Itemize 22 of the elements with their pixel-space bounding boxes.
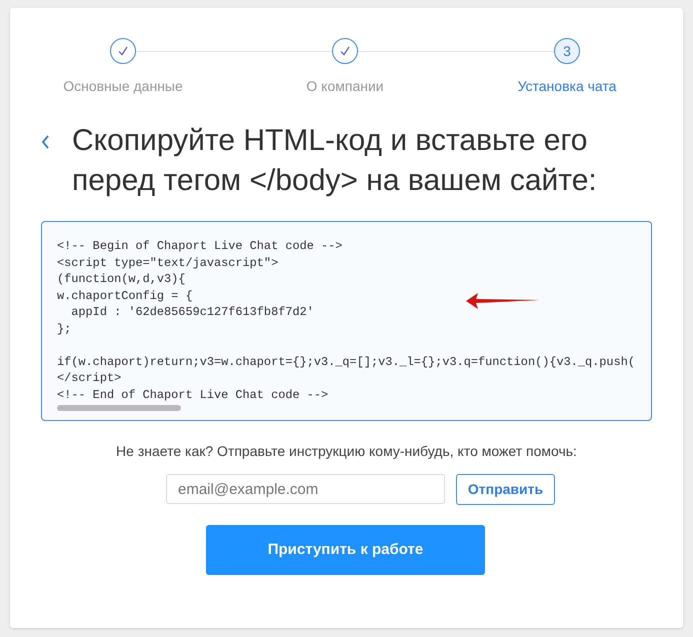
code-line: (function(w,d,v3){ (57, 271, 186, 288)
scrollbar-thumb[interactable] (57, 405, 181, 411)
send-button[interactable]: Отправить (456, 474, 555, 505)
step-label: Основные данные (63, 77, 183, 96)
help-text: Не знаете как? Отправьте инструкцию кому-нибудь, кто может помочь: (115, 442, 578, 461)
code-line: w.chaportConfig = { (57, 288, 193, 304)
code-line: </script> (57, 370, 122, 386)
check-icon (340, 46, 350, 56)
page-heading: Скопируйте HTML-код и вставьте его перед тегом </body> на вашем сайте: (72, 123, 598, 199)
email-field[interactable]: email@example.com (166, 474, 445, 504)
code-line: <script type="text/javascript"> (57, 254, 278, 271)
code-line: <!-- End of Chaport Live Chat code --> (57, 386, 328, 403)
check-icon (118, 46, 128, 56)
step-label: Установка чата (518, 77, 616, 96)
code-line: <!-- Begin of Chaport Live Chat code --> (57, 238, 342, 254)
code-line: if(w.chaport)return;v3=w.chaport={};v3._q=[];v3._l={};v3.q=function(){v3._q.push( (57, 354, 635, 370)
back-chevron-icon[interactable] (41, 135, 51, 149)
step-number: 3 (554, 38, 580, 64)
start-button[interactable]: Приступить к работе (206, 525, 485, 575)
step-label: О компании (306, 77, 384, 96)
code-line: }; (57, 320, 72, 337)
code-line: appId : '62de85659c127f613fb8f7d2' (70, 304, 314, 320)
